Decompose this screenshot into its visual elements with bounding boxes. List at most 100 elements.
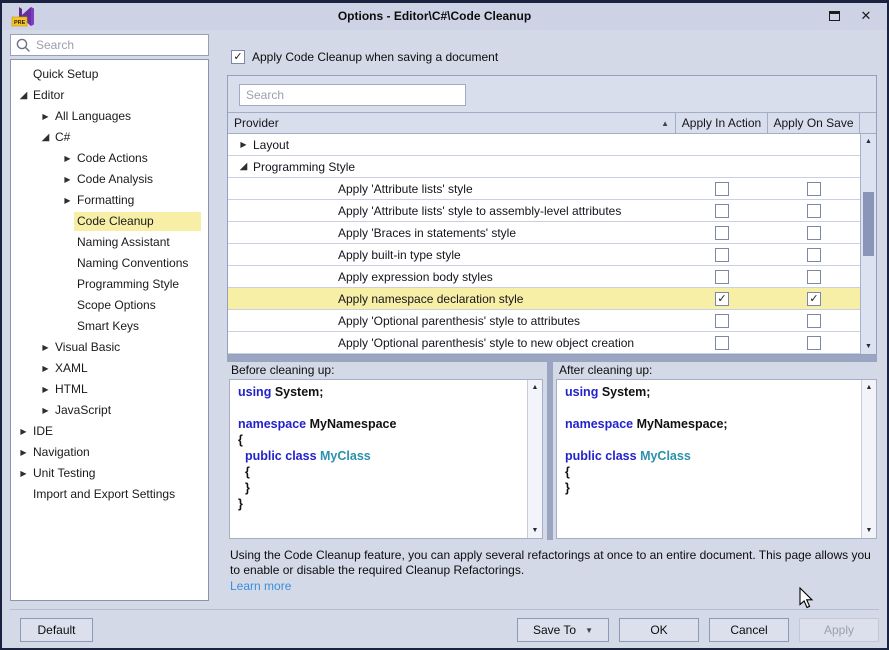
sidebar-item-navigation[interactable]: ▶Navigation — [11, 442, 208, 463]
table-row-apply-built-in-type-style[interactable]: Apply built-in type style — [228, 244, 860, 266]
collapsed-arrow-icon[interactable]: ▶ — [237, 140, 250, 149]
collapsed-arrow-icon[interactable]: ▶ — [17, 448, 30, 457]
sidebar-item-naming-assistant[interactable]: Naming Assistant — [11, 232, 208, 253]
apply-in-action-checkbox[interactable]: ✓ — [715, 292, 729, 306]
page-description: Using the Code Cleanup feature, you can … — [230, 548, 876, 578]
table-row-apply-braces-in-statements-style[interactable]: Apply 'Braces in statements' style — [228, 222, 860, 244]
apply-on-save-checkbox[interactable] — [807, 182, 821, 196]
table-row-apply-optional-parenthesis-style-to-attributes[interactable]: Apply 'Optional parenthesis' style to at… — [228, 310, 860, 332]
mouse-cursor — [799, 587, 815, 609]
table-row-apply-namespace-declaration-style[interactable]: Apply namespace declaration style✓✓ — [228, 288, 860, 310]
apply-on-save-checkbox[interactable] — [807, 248, 821, 262]
table-row-apply-attribute-lists-style[interactable]: Apply 'Attribute lists' style — [228, 178, 860, 200]
collapsed-arrow-icon[interactable]: ▶ — [61, 154, 74, 163]
code-line: public class MyClass — [565, 448, 859, 464]
expanded-arrow-icon[interactable]: ◢ — [17, 90, 30, 101]
before-scrollbar[interactable]: ▲ ▼ — [527, 380, 542, 538]
sidebar-item-import-and-export-settings[interactable]: Import and Export Settings — [11, 484, 208, 505]
sidebar-item-scope-options[interactable]: Scope Options — [11, 295, 208, 316]
scroll-down-icon[interactable]: ▼ — [862, 527, 876, 534]
collapsed-arrow-icon[interactable]: ▶ — [39, 112, 52, 121]
tree-item-label: IDE — [30, 422, 59, 441]
sidebar-item-formatting[interactable]: ▶Formatting — [11, 190, 208, 211]
close-button[interactable]: ✕ — [851, 6, 881, 26]
collapsed-arrow-icon[interactable]: ▶ — [39, 385, 52, 394]
sidebar-item-html[interactable]: ▶HTML — [11, 379, 208, 400]
collapsed-arrow-icon[interactable]: ▶ — [39, 406, 52, 415]
sidebar-item-all-languages[interactable]: ▶All Languages — [11, 106, 208, 127]
table-row-apply-expression-body-styles[interactable]: Apply expression body styles — [228, 266, 860, 288]
sidebar-item-c#[interactable]: ◢C# — [11, 127, 208, 148]
cancel-button[interactable]: Cancel — [709, 618, 789, 642]
apply-on-save-checkbox[interactable]: ✓ — [807, 292, 821, 306]
scroll-up-icon[interactable]: ▲ — [862, 384, 876, 391]
table-row-programming-style[interactable]: ◢Programming Style — [228, 156, 860, 178]
sidebar-item-smart-keys[interactable]: Smart Keys — [11, 316, 208, 337]
scroll-down-icon[interactable]: ▼ — [861, 343, 876, 350]
sidebar-search-input[interactable] — [36, 36, 204, 54]
ok-button[interactable]: OK — [619, 618, 699, 642]
provider-cell: ◢Programming Style — [228, 156, 676, 177]
after-scrollbar[interactable]: ▲ ▼ — [861, 380, 876, 538]
grid-scrollbar-thumb[interactable] — [863, 192, 874, 256]
collapsed-arrow-icon[interactable]: ▶ — [61, 175, 74, 184]
collapsed-arrow-icon[interactable]: ▶ — [39, 343, 52, 352]
apply-in-action-checkbox[interactable] — [715, 248, 729, 262]
apply-in-action-checkbox[interactable] — [715, 182, 729, 196]
apply-in-action-checkbox[interactable] — [715, 270, 729, 284]
expanded-arrow-icon[interactable]: ◢ — [39, 132, 52, 143]
apply-on-save-checkbox[interactable] — [807, 314, 821, 328]
provider-cell: ▶Layout — [228, 134, 676, 155]
tree-item-label: Naming Assistant — [74, 233, 176, 252]
column-header-apply-on-save[interactable]: Apply On Save — [768, 113, 860, 133]
sidebar-item-editor[interactable]: ◢Editor — [11, 85, 208, 106]
apply-on-save-checkbox[interactable] — [807, 226, 821, 240]
table-row-apply-attribute-lists-style-to-assembly-level-attributes[interactable]: Apply 'Attribute lists' style to assembl… — [228, 200, 860, 222]
apply-in-action-checkbox[interactable] — [715, 314, 729, 328]
app-badge-text: PRE — [14, 20, 26, 26]
collapsed-arrow-icon[interactable]: ▶ — [17, 427, 30, 436]
sidebar-item-ide[interactable]: ▶IDE — [11, 421, 208, 442]
apply-on-save-checkbox[interactable]: ✓ — [231, 50, 245, 64]
column-header-provider[interactable]: Provider ▲ — [228, 113, 676, 133]
vertical-splitter[interactable] — [547, 362, 553, 540]
provider-search-input[interactable] — [239, 84, 466, 106]
sidebar-item-javascript[interactable]: ▶JavaScript — [11, 400, 208, 421]
apply-on-save-cell — [768, 182, 860, 196]
collapsed-arrow-icon[interactable]: ▶ — [39, 364, 52, 373]
sidebar-item-programming-style[interactable]: Programming Style — [11, 274, 208, 295]
sidebar-item-code-actions[interactable]: ▶Code Actions — [11, 148, 208, 169]
scroll-up-icon[interactable]: ▲ — [528, 384, 542, 391]
horizontal-splitter[interactable] — [227, 355, 877, 362]
table-row-apply-optional-parenthesis-style-to-new-object-creation[interactable]: Apply 'Optional parenthesis' style to ne… — [228, 332, 860, 354]
sidebar-item-unit-testing[interactable]: ▶Unit Testing — [11, 463, 208, 484]
sidebar-item-xaml[interactable]: ▶XAML — [11, 358, 208, 379]
apply-on-save-checkbox[interactable] — [807, 204, 821, 218]
scroll-down-icon[interactable]: ▼ — [528, 527, 542, 534]
scroll-up-icon[interactable]: ▲ — [861, 138, 876, 145]
save-to-button[interactable]: Save To ▼ — [517, 618, 609, 642]
table-row-layout[interactable]: ▶Layout — [228, 134, 860, 156]
sidebar-item-visual-basic[interactable]: ▶Visual Basic — [11, 337, 208, 358]
provider-cell: Apply expression body styles — [228, 266, 676, 287]
apply-on-save-checkbox[interactable] — [807, 270, 821, 284]
column-header-apply-in-action[interactable]: Apply In Action — [676, 113, 768, 133]
maximize-button[interactable] — [819, 6, 849, 26]
learn-more-link[interactable]: Learn more — [230, 579, 291, 593]
tree-item-label: Code Actions — [74, 149, 154, 168]
code-line — [565, 400, 859, 416]
apply-in-action-checkbox[interactable] — [715, 336, 729, 350]
sidebar-item-code-analysis[interactable]: ▶Code Analysis — [11, 169, 208, 190]
apply-in-action-cell — [676, 270, 768, 284]
grid-scrollbar[interactable]: ▲ ▼ — [860, 134, 876, 354]
collapsed-arrow-icon[interactable]: ▶ — [17, 469, 30, 478]
collapsed-arrow-icon[interactable]: ▶ — [61, 196, 74, 205]
sidebar-item-code-cleanup[interactable]: Code Cleanup — [11, 211, 208, 232]
sidebar-item-naming-conventions[interactable]: Naming Conventions — [11, 253, 208, 274]
apply-in-action-checkbox[interactable] — [715, 204, 729, 218]
apply-on-save-checkbox[interactable] — [807, 336, 821, 350]
default-button[interactable]: Default — [20, 618, 93, 642]
apply-in-action-checkbox[interactable] — [715, 226, 729, 240]
sidebar-item-quick-setup[interactable]: Quick Setup — [11, 64, 208, 85]
expanded-arrow-icon[interactable]: ◢ — [237, 161, 250, 172]
